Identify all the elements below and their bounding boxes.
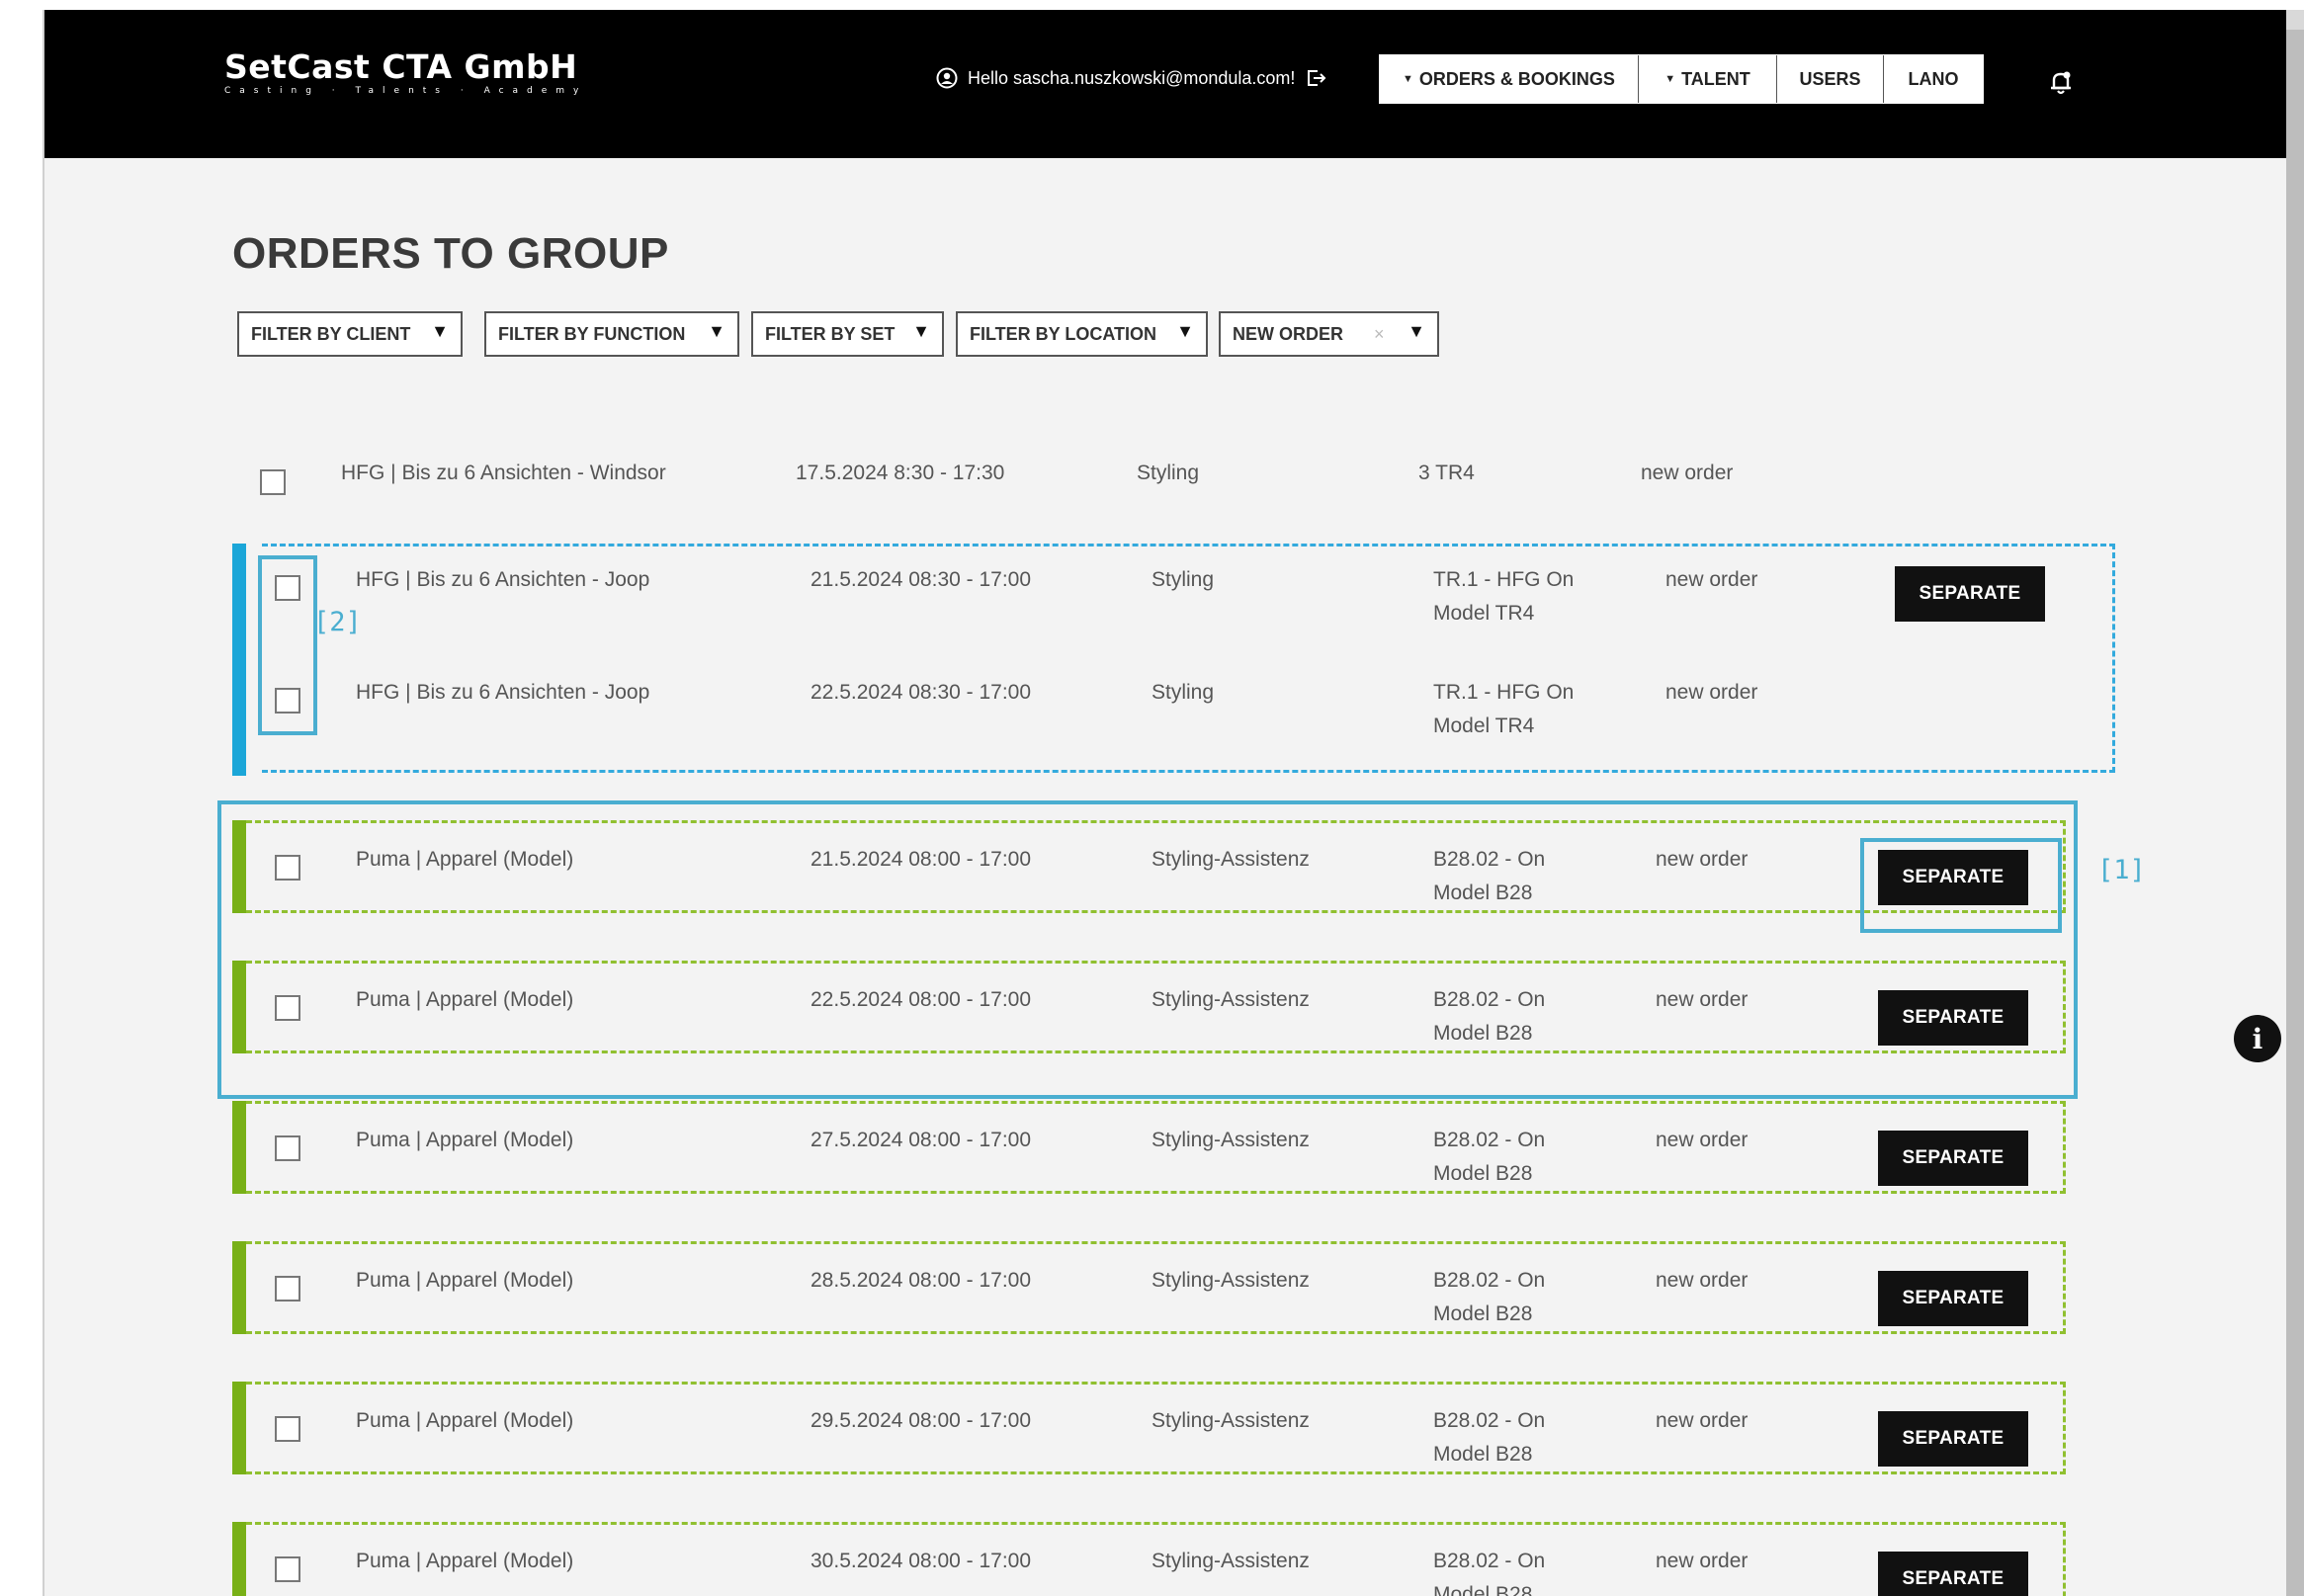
dropdown-arrow-icon: ▼: [912, 321, 930, 341]
order-title: HFG | Bis zu 6 Ansichten - Windsor: [341, 462, 666, 484]
order-title: HFG | Bis zu 6 Ansichten - Joop: [356, 568, 650, 591]
user-greeting: Hello sascha.nuszkowski@mondula.com!: [936, 67, 1326, 89]
order-set: 3 TR4: [1418, 462, 1475, 484]
nav-talent[interactable]: ▼ TALENT: [1639, 55, 1777, 103]
order-title: Puma | Apparel (Model): [356, 1409, 574, 1432]
order-title: Puma | Apparel (Model): [356, 1269, 574, 1292]
brand-tagline: Casting · Talents · Academy: [224, 86, 588, 96]
order-date: 17.5.2024 8:30 - 17:30: [796, 462, 1005, 484]
nav-label: ORDERS & BOOKINGS: [1418, 68, 1615, 89]
brand-logo[interactable]: SetCast CTA GmbH Casting · Talents · Aca…: [224, 47, 588, 97]
main-nav: ▼ ORDERS & BOOKINGS ▼ TALENT USERS LANO: [1379, 54, 1984, 104]
dropdown-arrow-icon: ▼: [431, 321, 449, 341]
order-function: Styling: [1152, 681, 1215, 704]
annotation-label-2: [2]: [313, 607, 362, 637]
filter-label: FILTER BY SET: [765, 323, 896, 344]
order-set-detail: Model TR4: [1433, 714, 1535, 737]
order-function: Styling: [1152, 568, 1215, 591]
info-icon[interactable]: i: [2234, 1015, 2281, 1062]
group-indicator-blue: [232, 544, 246, 776]
order-set: TR.1 - HFG On: [1433, 568, 1575, 591]
order-title: Puma | Apparel (Model): [356, 1550, 574, 1572]
order-title: HFG | Bis zu 6 Ansichten - Joop: [356, 681, 650, 704]
order-status: new order: [1665, 568, 1758, 591]
order-set-detail: Model B28: [1433, 1443, 1533, 1466]
filter-by-set[interactable]: FILTER BY SET ▼: [751, 311, 944, 357]
order-date: 21.5.2024 08:30 - 17:00: [811, 568, 1032, 591]
filter-by-client[interactable]: FILTER BY CLIENT ▼: [237, 311, 463, 357]
separate-button[interactable]: SEPARATE: [1878, 1411, 2028, 1467]
nav-label: USERS: [1799, 68, 1861, 89]
order-checkbox[interactable]: [275, 1416, 300, 1442]
order-status: new order: [1656, 1269, 1749, 1292]
nav-lano[interactable]: LANO: [1884, 55, 1983, 103]
order-status: new order: [1656, 1129, 1749, 1151]
order-checkbox[interactable]: [275, 1135, 300, 1161]
separate-button[interactable]: SEPARATE: [1878, 1552, 2028, 1596]
filter-label: FILTER BY FUNCTION: [498, 323, 686, 344]
order-status: new order: [1665, 681, 1758, 704]
order-date: 28.5.2024 08:00 - 17:00: [811, 1269, 1032, 1292]
filter-by-location[interactable]: FILTER BY LOCATION ▼: [956, 311, 1208, 357]
separate-button[interactable]: SEPARATE: [1878, 1131, 2028, 1186]
order-function: Styling-Assistenz: [1152, 1269, 1310, 1292]
page-title: ORDERS TO GROUP: [232, 229, 669, 278]
caret-down-icon: ▼: [1403, 73, 1413, 85]
order-function: Styling: [1137, 462, 1200, 484]
order-function: Styling-Assistenz: [1152, 1550, 1310, 1572]
order-set: B28.02 - On: [1433, 1129, 1546, 1151]
order-set-detail: Model B28: [1433, 1583, 1533, 1596]
nav-orders-bookings[interactable]: ▼ ORDERS & BOOKINGS: [1380, 55, 1639, 103]
order-status: new order: [1656, 1409, 1749, 1432]
order-date: 22.5.2024 08:30 - 17:00: [811, 681, 1032, 704]
order-date: 29.5.2024 08:00 - 17:00: [811, 1409, 1032, 1432]
separate-button[interactable]: SEPARATE: [1878, 1271, 2028, 1326]
order-date: 30.5.2024 08:00 - 17:00: [811, 1550, 1032, 1572]
order-set-detail: Model TR4: [1433, 602, 1535, 625]
order-set: TR.1 - HFG On: [1433, 681, 1575, 704]
order-checkbox[interactable]: [275, 1556, 300, 1582]
greeting-text: Hello sascha.nuszkowski@mondula.com!: [968, 67, 1296, 88]
user-icon: [936, 67, 958, 89]
order-checkbox[interactable]: [275, 1276, 300, 1302]
caret-down-icon: ▼: [1664, 73, 1676, 85]
dropdown-arrow-icon: ▼: [1408, 321, 1425, 341]
order-set: B28.02 - On: [1433, 1409, 1546, 1432]
notification-bell-icon[interactable]: [2046, 67, 2076, 97]
filter-label: FILTER BY CLIENT: [251, 323, 411, 344]
order-checkbox[interactable]: [260, 469, 286, 495]
annotation-box-2: [258, 555, 317, 735]
order-set: B28.02 - On: [1433, 1269, 1546, 1292]
dropdown-arrow-icon: ▼: [1176, 321, 1194, 341]
order-set: B28.02 - On: [1433, 1550, 1546, 1572]
app-page: SetCast CTA GmbH Casting · Talents · Aca…: [43, 10, 2286, 1596]
order-function: Styling-Assistenz: [1152, 1409, 1310, 1432]
filter-label: FILTER BY LOCATION: [970, 323, 1156, 344]
order-function: Styling-Assistenz: [1152, 1129, 1310, 1151]
brand-name: SetCast CTA GmbH: [224, 47, 578, 86]
annotation-box-1: [1860, 838, 2062, 933]
nav-label: TALENT: [1681, 68, 1750, 89]
window-edge: [2283, 30, 2304, 1596]
annotation-label-1: [1]: [2097, 855, 2146, 885]
filter-by-status[interactable]: NEW ORDER × ▼: [1219, 311, 1439, 357]
top-bar: SetCast CTA GmbH Casting · Talents · Aca…: [44, 10, 2286, 158]
order-title: Puma | Apparel (Model): [356, 1129, 574, 1151]
annotation-box-group: [217, 800, 2078, 1099]
dropdown-arrow-icon: ▼: [708, 321, 725, 341]
filter-selected-value: NEW ORDER: [1233, 323, 1343, 344]
logout-icon[interactable]: [1305, 67, 1326, 89]
filter-by-function[interactable]: FILTER BY FUNCTION ▼: [484, 311, 739, 357]
order-set-detail: Model B28: [1433, 1162, 1533, 1185]
nav-label: LANO: [1908, 68, 1959, 89]
separate-button[interactable]: SEPARATE: [1895, 566, 2045, 622]
order-status: new order: [1656, 1550, 1749, 1572]
clear-filter-icon[interactable]: ×: [1374, 324, 1385, 345]
order-set-detail: Model B28: [1433, 1302, 1533, 1325]
order-date: 27.5.2024 08:00 - 17:00: [811, 1129, 1032, 1151]
order-status: new order: [1641, 462, 1734, 484]
nav-users[interactable]: USERS: [1777, 55, 1884, 103]
